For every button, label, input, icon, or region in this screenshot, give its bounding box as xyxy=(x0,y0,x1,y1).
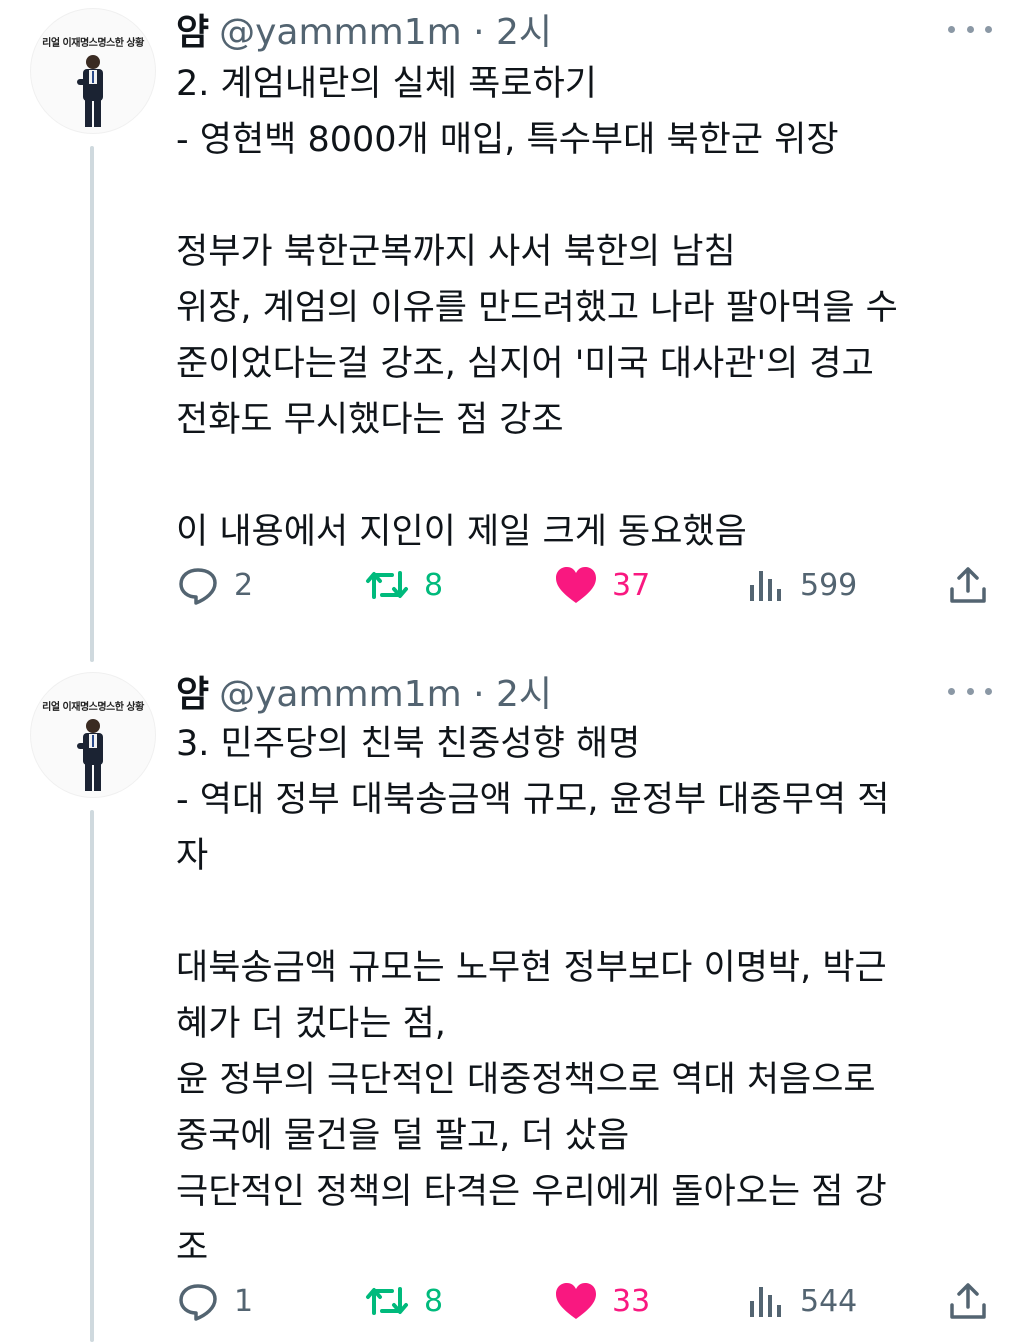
author-name[interactable]: 얌 xyxy=(176,665,209,717)
tweet-text-line: 정부가 북한군복까지 사서 북한의 남침 xyxy=(176,232,736,272)
author-name[interactable]: 얌 xyxy=(176,3,209,55)
retweet-icon xyxy=(366,571,408,599)
tweet-text-line: 전화도 무시했다는 점 강조 xyxy=(176,400,564,440)
tweet-text-line: 대북송금액 규모는 노무현 정부보다 이명박, 박근 xyxy=(176,948,887,988)
retweet-count: 8 xyxy=(424,1283,444,1319)
reply-button[interactable]: 2 xyxy=(176,560,253,610)
retweet-count: 8 xyxy=(424,567,444,603)
avatar[interactable]: 리얼 이재명스명스한 상황 xyxy=(30,672,156,798)
tweet-header: 얌 @yammm1m · 2시 xyxy=(176,666,552,716)
tweet-text-line: 혜가 더 컸다는 점, xyxy=(176,1004,446,1044)
tweet-text-line xyxy=(176,448,996,504)
tweet-text-line: 중국에 물건을 덜 팔고, 더 샀음 xyxy=(176,1116,630,1156)
action-bar: 1 8 33 544 xyxy=(176,1276,996,1326)
tweet-text-line: 조 xyxy=(176,1228,209,1268)
tweet-text-line xyxy=(176,168,996,224)
reply-icon xyxy=(179,1284,217,1321)
share-icon xyxy=(950,567,986,603)
share-icon xyxy=(950,1283,986,1319)
tweet-text-line: 준이었다는걸 강조, 심지어 '미국 대사관'의 경고 xyxy=(176,344,874,384)
tweet-text: 2. 계엄내란의 실체 폭로하기 - 영현백 8000개 매입, 특수부대 북한… xyxy=(176,56,996,560)
views-count: 544 xyxy=(800,1283,858,1319)
views-icon xyxy=(750,1287,781,1317)
tweet-text-line: 3. 민주당의 친북 친중성향 해명 xyxy=(176,724,641,764)
tweet-2[interactable]: 리얼 이재명스명스한 상황 얌 @yammm1m · 2시 3. 민주당의 친북… xyxy=(0,662,1024,1342)
share-button[interactable] xyxy=(948,1276,988,1326)
retweet-button[interactable]: 8 xyxy=(364,560,443,610)
tweet-text-line: 위장, 계엄의 이유를 만드려했고 나라 팔아먹을 수 xyxy=(176,288,898,328)
retweet-icon xyxy=(366,1287,408,1315)
tweet-text-line: 윤 정부의 극단적인 대중정책으로 역대 처음으로 xyxy=(176,1060,876,1100)
tweet-text-line: 2. 계엄내란의 실체 폭로하기 xyxy=(176,64,597,104)
like-count: 37 xyxy=(612,567,651,603)
reply-button[interactable]: 1 xyxy=(176,1276,253,1326)
thread-line xyxy=(90,810,94,1342)
views-icon xyxy=(750,571,781,601)
avatar[interactable]: 리얼 이재명스명스한 상황 xyxy=(30,8,156,134)
tweet-text-line: - 역대 정부 대북송금액 규모, 윤정부 대중무역 적 xyxy=(176,780,890,820)
tweet-text-line: 자 xyxy=(176,836,209,876)
views-button[interactable]: 599 xyxy=(746,560,857,610)
views-button[interactable]: 544 xyxy=(746,1276,857,1326)
reply-count: 2 xyxy=(234,567,254,603)
share-button[interactable] xyxy=(948,560,988,610)
avatar-person-image xyxy=(77,719,103,791)
more-icon[interactable] xyxy=(948,676,992,706)
reply-count: 1 xyxy=(234,1283,254,1319)
like-icon xyxy=(556,567,596,603)
tweet-text: 3. 민주당의 친북 친중성향 해명 - 역대 정부 대북송금액 규모, 윤정부… xyxy=(176,716,996,1276)
reply-icon xyxy=(179,568,217,605)
tweet-text-line: - 영현백 8000개 매입, 특수부대 북한군 위장 xyxy=(176,120,839,160)
tweet-text-line xyxy=(176,884,996,940)
tweet-1[interactable]: 리얼 이재명스명스한 상황 얌 @yammm1m · 2시 2. 계엄내란의 실… xyxy=(0,0,1024,662)
author-handle-time[interactable]: @yammm1m · 2시 xyxy=(219,3,552,55)
tweet-text-line: 극단적인 정책의 타격은 우리에게 돌아오는 점 강 xyxy=(176,1172,887,1212)
author-handle-time[interactable]: @yammm1m · 2시 xyxy=(219,665,552,717)
like-count: 33 xyxy=(612,1283,651,1319)
thread-line xyxy=(90,146,94,662)
action-bar: 2 8 37 599 xyxy=(176,560,996,610)
like-icon xyxy=(556,1283,596,1319)
tweet-text-line: 이 내용에서 지인이 제일 크게 동요했음 xyxy=(176,512,747,552)
like-button[interactable]: 33 xyxy=(554,1276,650,1326)
views-count: 599 xyxy=(800,567,858,603)
more-icon[interactable] xyxy=(948,14,992,44)
like-button[interactable]: 37 xyxy=(554,560,650,610)
retweet-button[interactable]: 8 xyxy=(364,1276,443,1326)
tweet-header: 얌 @yammm1m · 2시 xyxy=(176,4,552,54)
avatar-person-image xyxy=(77,55,103,127)
